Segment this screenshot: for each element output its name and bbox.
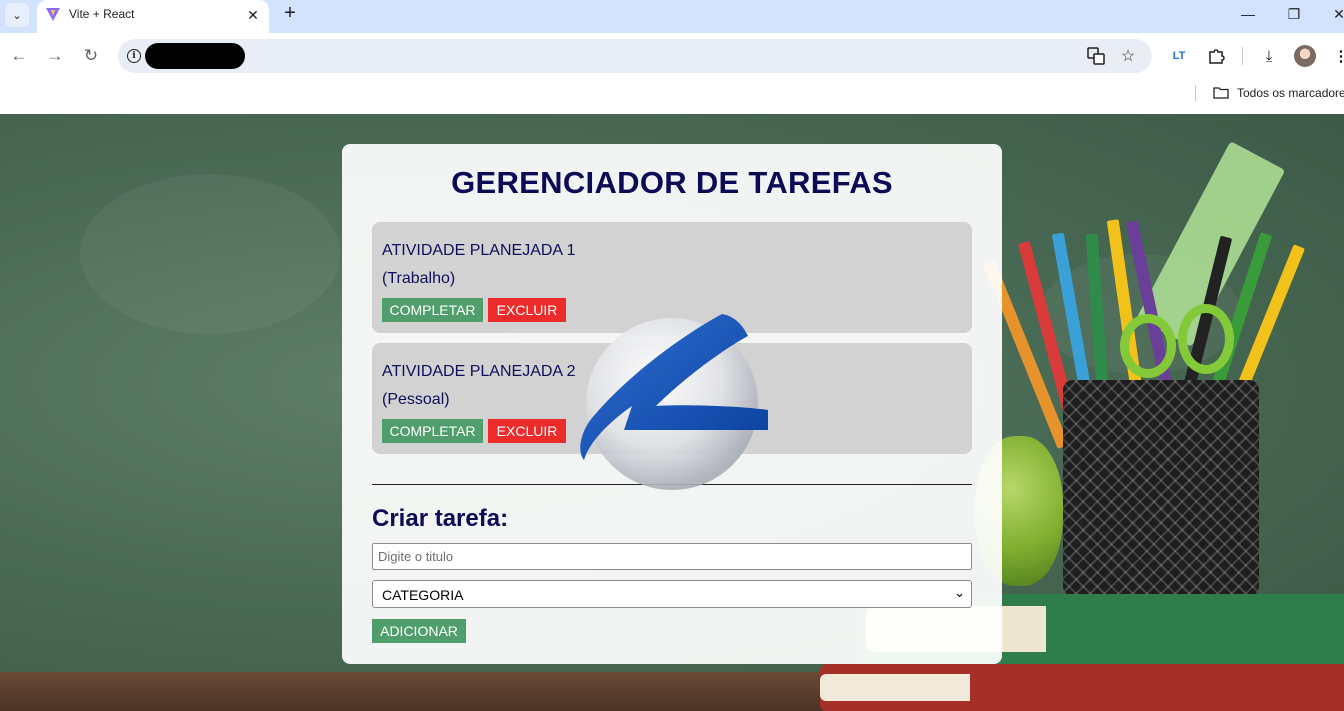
profile-avatar[interactable]	[1294, 45, 1316, 67]
page-viewport: GERENCIADOR DE TAREFAS ATIVIDADE PLANEJA…	[0, 114, 1344, 711]
task-manager-panel: GERENCIADOR DE TAREFAS ATIVIDADE PLANEJA…	[342, 144, 1002, 664]
site-info-icon[interactable]: i	[127, 49, 141, 63]
close-tab-icon[interactable]: ✕	[243, 5, 263, 25]
forward-icon[interactable]: →	[43, 44, 67, 68]
section-divider	[372, 484, 972, 485]
vite-logo-icon	[46, 8, 60, 21]
extension-lt-icon[interactable]: LT	[1168, 45, 1190, 67]
delete-task-button[interactable]: EXCLUIR	[488, 298, 566, 322]
tab-strip: ⌄ Vite + React ✕ + — ❐ ✕	[0, 0, 1344, 33]
bookmark-star-icon[interactable]: ☆	[1118, 46, 1138, 66]
restore-icon[interactable]: ❐	[1280, 3, 1308, 25]
task-title: ATIVIDADE PLANEJADA 2	[382, 363, 576, 380]
task-card: ATIVIDADE PLANEJADA 1 (Trabalho) COMPLET…	[372, 222, 972, 333]
browser-toolbar: ← → ↻ i ☆ LT ⤓ ⋮	[0, 33, 1344, 80]
task-title-input[interactable]	[372, 543, 972, 570]
reload-icon[interactable]: ↻	[79, 44, 103, 68]
scissors-handle-decoration	[1178, 304, 1234, 374]
pencil-cup-decoration	[1063, 380, 1259, 596]
task-card: ATIVIDADE PLANEJADA 2 (Pessoal) COMPLETA…	[372, 343, 972, 454]
download-icon[interactable]: ⤓	[1258, 45, 1280, 67]
task-category: (Trabalho)	[382, 270, 456, 287]
task-category: (Pessoal)	[382, 391, 450, 408]
toolbar-separator	[1242, 47, 1243, 65]
category-select-value: CATEGORIA	[382, 587, 464, 603]
kebab-menu-icon[interactable]: ⋮	[1330, 45, 1344, 67]
redacted-url	[145, 43, 245, 69]
app-title: GERENCIADOR DE TAREFAS	[451, 165, 893, 200]
back-icon[interactable]: ←	[7, 44, 31, 68]
complete-task-button[interactable]: COMPLETAR	[382, 419, 483, 443]
puzzle-extension-icon[interactable]	[1205, 45, 1227, 67]
complete-task-button[interactable]: COMPLETAR	[382, 298, 483, 322]
add-task-button[interactable]: ADICIONAR	[372, 619, 466, 643]
folder-icon	[1213, 87, 1229, 99]
category-select[interactable]: CATEGORIA ⌄	[372, 580, 972, 608]
browser-tab[interactable]: Vite + React ✕	[37, 0, 269, 33]
create-task-heading: Criar tarefa:	[372, 505, 509, 532]
address-bar[interactable]: i ☆	[118, 39, 1152, 73]
new-tab-icon[interactable]: +	[279, 3, 301, 25]
all-bookmarks-link[interactable]: Todos os marcadore	[1237, 86, 1344, 100]
chevron-down-icon: ⌄	[954, 585, 965, 600]
bookmarks-separator	[1195, 85, 1196, 101]
delete-task-button[interactable]: EXCLUIR	[488, 419, 566, 443]
translate-icon[interactable]	[1086, 46, 1106, 66]
task-title: ATIVIDADE PLANEJADA 1	[382, 242, 576, 259]
bookmarks-bar: Todos os marcadore	[0, 80, 1344, 114]
chalkboard-smudge	[80, 174, 340, 334]
tab-title: Vite + React	[69, 7, 135, 21]
scissors-handle-decoration	[1120, 314, 1176, 378]
tab-search-dropdown-icon[interactable]: ⌄	[5, 3, 29, 27]
close-window-icon[interactable]: ✕	[1325, 3, 1344, 25]
minimize-icon[interactable]: —	[1234, 3, 1262, 25]
